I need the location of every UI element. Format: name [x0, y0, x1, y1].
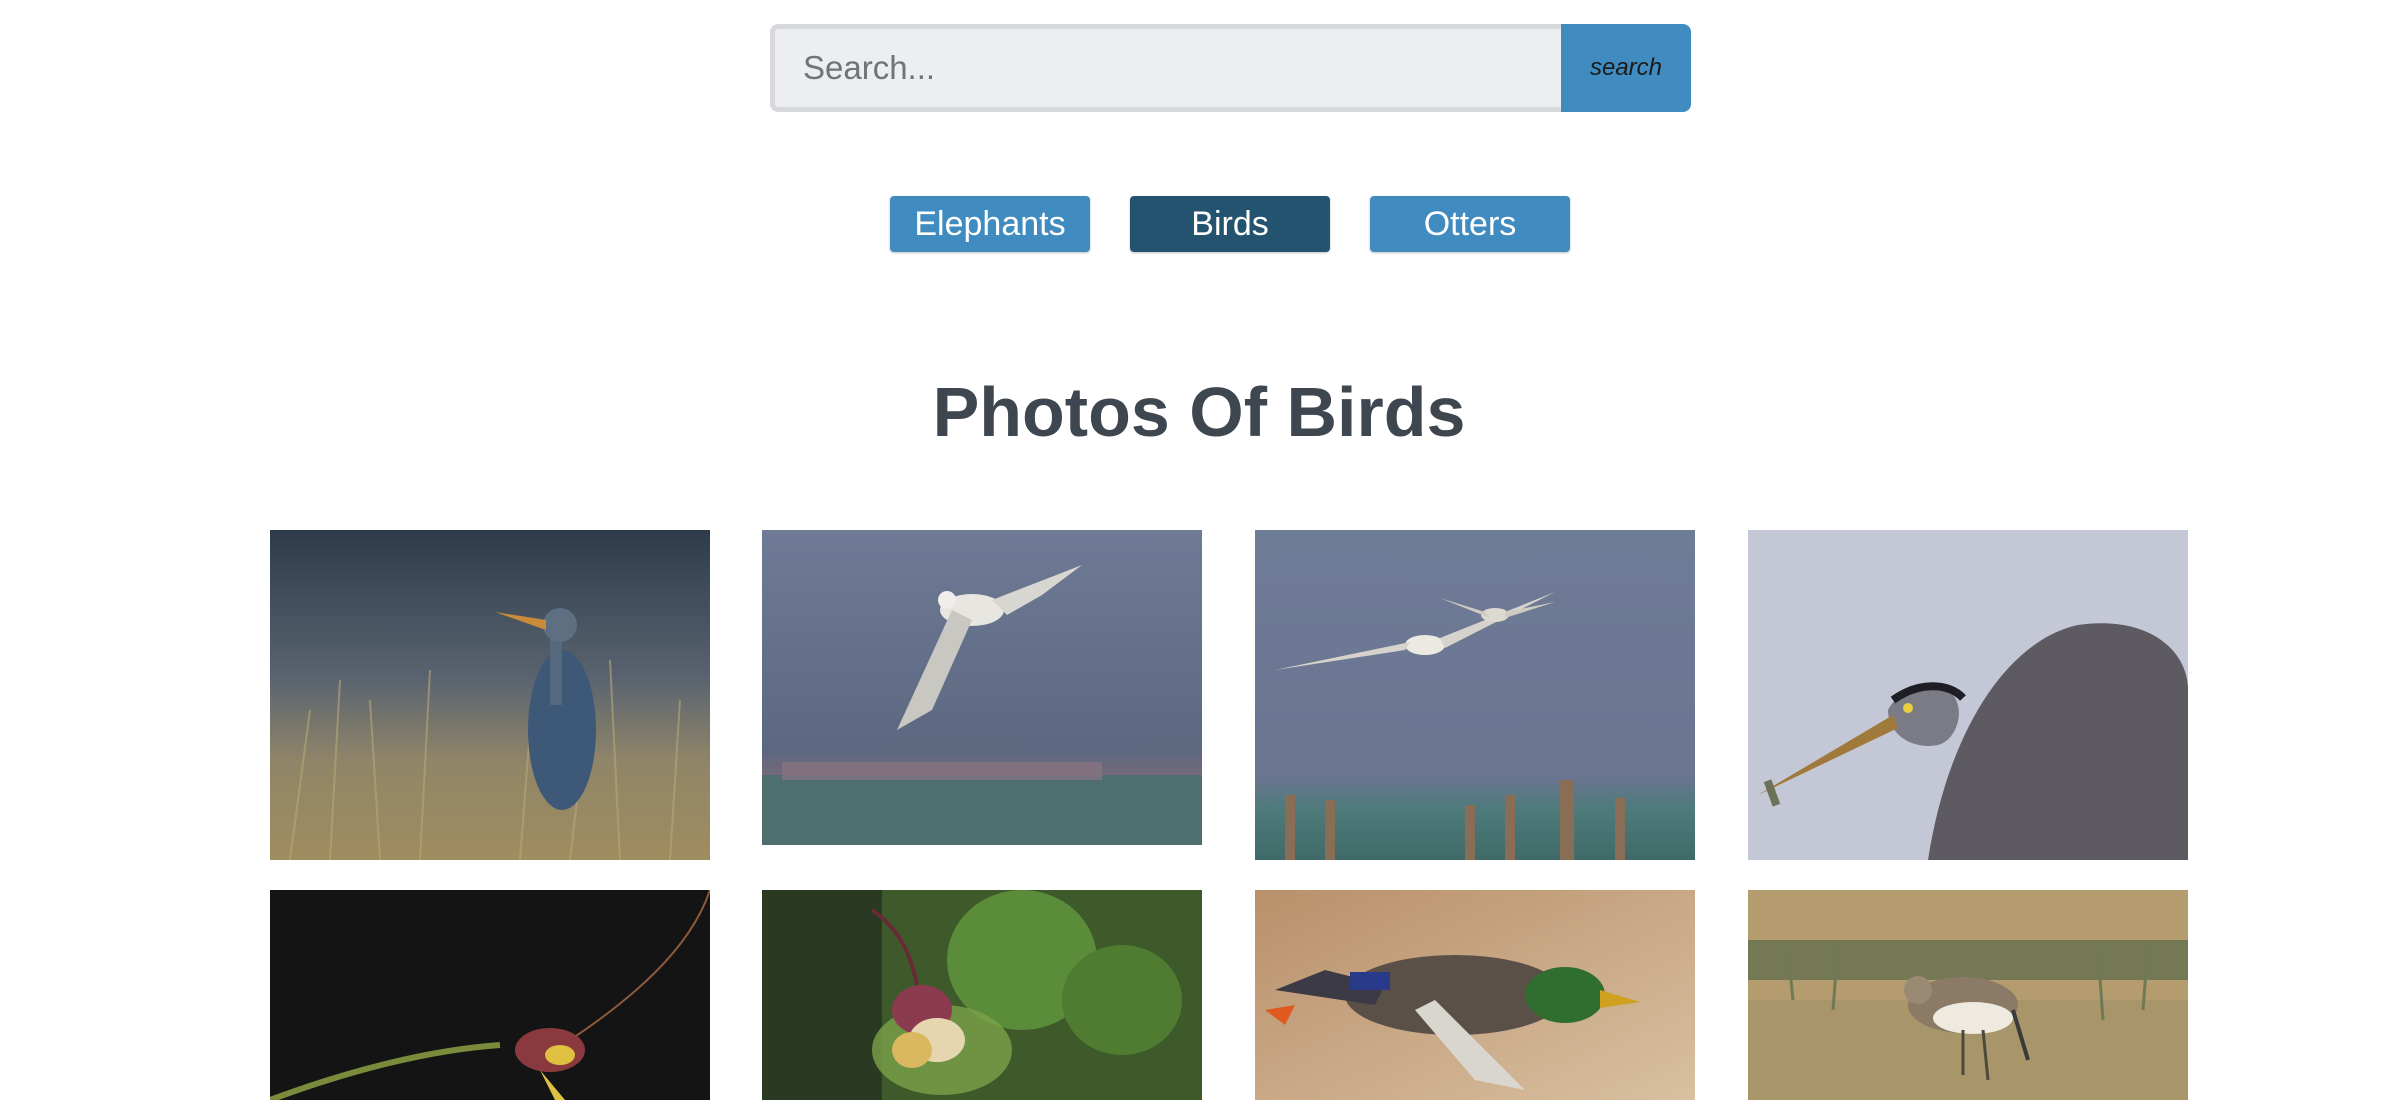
photo-sandpiper-image — [1748, 890, 2188, 1100]
photo-bird-branch-image — [270, 890, 710, 1100]
search-button[interactable]: search — [1561, 24, 1691, 112]
gallery-title: Photos Of Birds — [932, 373, 1466, 451]
photo-heron-grass[interactable] — [270, 530, 710, 860]
photo-two-gulls-image — [1255, 530, 1695, 860]
search-input[interactable] — [770, 24, 1561, 112]
photo-gull-flight[interactable] — [762, 530, 1202, 845]
photo-gull-flight-image — [762, 530, 1202, 845]
photo-bird-branch[interactable] — [270, 890, 710, 1100]
category-button-birds[interactable]: Birds — [1130, 196, 1330, 252]
photo-heron-fish-image — [1748, 530, 2188, 860]
photo-two-gulls[interactable] — [1255, 530, 1695, 860]
category-buttons: Elephants Birds Otters — [0, 196, 2398, 252]
search-form: search — [770, 24, 1691, 112]
page: search Elephants Birds Otters Photos Of … — [0, 0, 2398, 1100]
category-button-elephants[interactable]: Elephants — [890, 196, 1090, 252]
photo-orchid[interactable] — [762, 890, 1202, 1100]
photo-heron-fish[interactable] — [1748, 530, 2188, 860]
photo-heron-grass-image — [270, 530, 710, 860]
photo-mallard-image — [1255, 890, 1695, 1100]
photo-sandpiper[interactable] — [1748, 890, 2188, 1100]
photo-mallard[interactable] — [1255, 890, 1695, 1100]
category-button-otters[interactable]: Otters — [1370, 196, 1570, 252]
photo-orchid-image — [762, 890, 1202, 1100]
